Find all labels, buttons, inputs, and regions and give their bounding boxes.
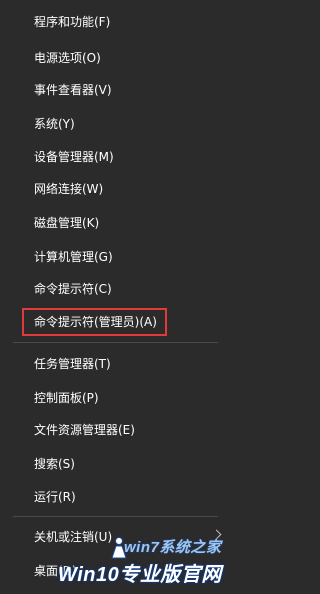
menu-item-device-manager[interactable]: 设备管理器(M) (0, 140, 230, 174)
menu-item-file-explorer[interactable]: 文件资源管理器(E) (0, 413, 230, 447)
menu-item-label: 计算机管理(G) (34, 250, 113, 264)
menu-item-programs-and-features[interactable]: 程序和功能(F) (0, 5, 230, 39)
menu-item-label: 任务管理器(T) (34, 357, 111, 371)
menu-item-label: 命令提示符(管理员)(A) (34, 315, 157, 329)
menu-item-label: 事件查看器(V) (34, 83, 112, 97)
menu-item-desktop[interactable]: 桌面(D) (0, 554, 230, 588)
menu-item-label: 桌面(D) (34, 564, 77, 578)
menu-separator (13, 342, 218, 343)
menu-item-command-prompt[interactable]: 命令提示符(C) (0, 272, 230, 306)
menu-item-label: 电源选项(O) (34, 51, 101, 65)
menu-item-label: 设备管理器(M) (34, 150, 114, 164)
menu-item-task-manager[interactable]: 任务管理器(T) (0, 347, 230, 381)
menu-item-computer-management[interactable]: 计算机管理(G) (0, 240, 230, 274)
menu-item-label: 控制面板(P) (34, 391, 99, 405)
menu-item-event-viewer[interactable]: 事件查看器(V) (0, 73, 230, 107)
menu-item-network-connections[interactable]: 网络连接(W) (0, 172, 230, 206)
menu-item-disk-management[interactable]: 磁盘管理(K) (0, 206, 230, 240)
menu-item-power-options[interactable]: 电源选项(O) (0, 41, 230, 75)
menu-item-shutdown-or-sign-out[interactable]: 关机或注销(U) (0, 520, 230, 554)
menu-item-label: 运行(R) (34, 490, 76, 504)
menu-item-label: 程序和功能(F) (34, 15, 111, 29)
menu-item-label: 系统(Y) (34, 117, 75, 131)
menu-item-run[interactable]: 运行(R) (0, 480, 230, 514)
menu-item-label: 关机或注销(U) (34, 530, 113, 544)
chevron-right-icon (211, 529, 222, 540)
menu-item-control-panel[interactable]: 控制面板(P) (0, 381, 230, 415)
menu-item-label: 搜索(S) (34, 457, 75, 471)
menu-separator (13, 516, 218, 517)
menu-item-label: 网络连接(W) (34, 182, 104, 196)
menu-item-search[interactable]: 搜索(S) (0, 447, 230, 481)
menu-item-label: 文件资源管理器(E) (34, 423, 135, 437)
menu-item-system[interactable]: 系统(Y) (0, 107, 230, 141)
menu-item-command-prompt-admin[interactable]: 命令提示符(管理员)(A) (0, 305, 230, 339)
menu-item-label: 命令提示符(C) (34, 282, 112, 296)
win-x-context-menu: 程序和功能(F) 电源选项(O) 事件查看器(V) 系统(Y) 设备管理器(M)… (0, 0, 230, 594)
menu-item-label: 磁盘管理(K) (34, 216, 100, 230)
